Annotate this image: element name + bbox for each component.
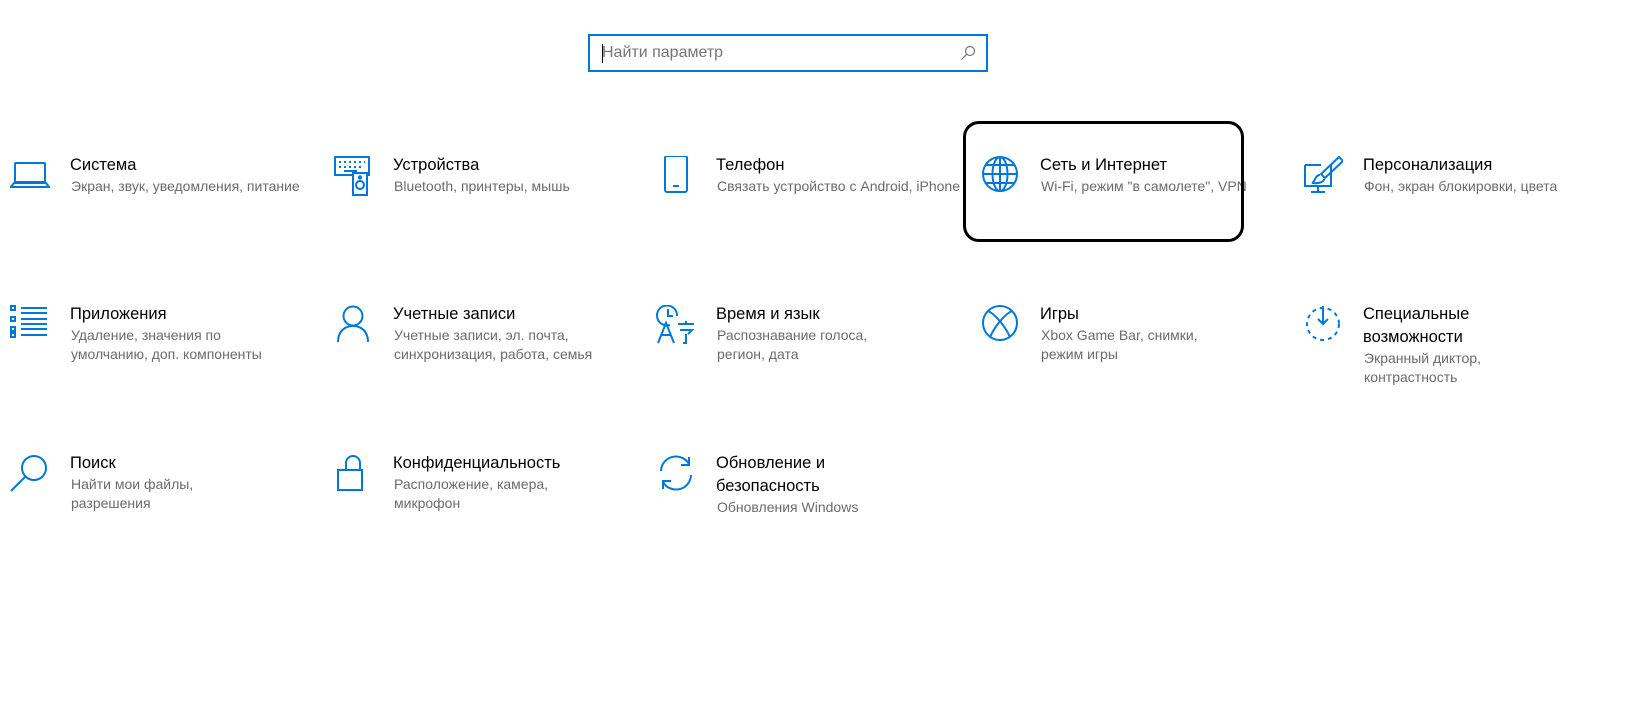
apps-list-icon (10, 305, 50, 345)
tile-description: Связать устройство с Android, iPhone (717, 178, 960, 194)
tile-description: Wi-Fi, режим "в самолете", VPN (1041, 178, 1247, 194)
tile-title: Система (70, 156, 137, 174)
sync-icon (656, 454, 696, 494)
tile-title: Специальные возможности (1363, 305, 1470, 346)
tile-network[interactable]: Сеть и Интернет Wi-Fi, режим "в самолете… (970, 152, 1270, 262)
search-button-icon[interactable] (960, 45, 976, 61)
tile-title: Конфиденциальность (393, 454, 561, 472)
tile-gaming[interactable]: Игры Xbox Game Bar, снимки, режим игры (970, 301, 1270, 411)
devices-icon (333, 156, 373, 196)
tile-title: Обновление и безопасность (716, 454, 826, 495)
person-icon (333, 305, 373, 345)
tile-privacy[interactable]: Конфиденциальность Расположение, камера,… (323, 450, 623, 560)
laptop-icon (10, 156, 50, 196)
tile-phone[interactable]: Телефон Связать устройство с Android, iP… (646, 152, 960, 262)
time-language-icon (656, 305, 696, 345)
tile-description: Обновления Windows (717, 499, 859, 515)
tile-description: Экран, звук, уведомления, питание (71, 178, 300, 194)
tile-description: Фон, экран блокировки, цвета (1364, 178, 1558, 194)
tile-update-security[interactable]: Обновление и безопасность Обновления Win… (646, 450, 946, 560)
personalization-icon (1303, 156, 1343, 196)
tile-description: Экранный диктор, контрастность (1364, 350, 1481, 385)
tile-system[interactable]: Система Экран, звук, уведомления, питани… (0, 152, 300, 262)
tile-title: Сеть и Интернет (1040, 156, 1168, 174)
tile-description: Найти мои файлы, разрешения (71, 476, 194, 511)
lock-icon (333, 454, 373, 494)
xbox-icon (980, 305, 1020, 345)
tile-title: Поиск (70, 454, 116, 472)
tile-title: Персонализация (1363, 156, 1493, 174)
search-input[interactable] (602, 36, 942, 70)
tile-description: Расположение, камера, микрофон (394, 476, 549, 511)
tile-accessibility[interactable]: Специальные возможности Экранный диктор,… (1293, 301, 1593, 411)
search-box[interactable] (588, 34, 988, 72)
tile-description: Удаление, значения по умолчанию, доп. ко… (71, 327, 262, 362)
tile-title: Устройства (393, 156, 480, 174)
tile-personalization[interactable]: Персонализация Фон, экран блокировки, цв… (1293, 152, 1593, 262)
accessibility-icon (1303, 305, 1343, 345)
tile-description: Xbox Game Bar, снимки, режим игры (1041, 327, 1198, 362)
tile-devices[interactable]: Устройства Bluetooth, принтеры, мышь (323, 152, 623, 262)
tile-title: Приложения (70, 305, 167, 323)
tile-title: Учетные записи (393, 305, 516, 323)
globe-icon (980, 156, 1020, 196)
phone-icon (656, 156, 696, 196)
tile-description: Распознавание голоса, регион, дата (717, 327, 868, 362)
tile-accounts[interactable]: Учетные записи Учетные записи, эл. почта… (323, 301, 623, 411)
tile-title: Время и язык (716, 305, 820, 323)
tile-title: Телефон (716, 156, 785, 174)
tile-description: Учетные записи, эл. почта, синхронизация… (394, 327, 593, 362)
tile-description: Bluetooth, принтеры, мышь (394, 178, 570, 194)
search-icon (10, 454, 50, 494)
tile-search[interactable]: Поиск Найти мои файлы, разрешения (0, 450, 300, 560)
tile-title: Игры (1040, 305, 1079, 323)
text-caret (602, 44, 603, 63)
tile-time-language[interactable]: Время и язык Распознавание голоса, регио… (646, 301, 946, 411)
tile-apps[interactable]: Приложения Удаление, значения по умолчан… (0, 301, 300, 411)
